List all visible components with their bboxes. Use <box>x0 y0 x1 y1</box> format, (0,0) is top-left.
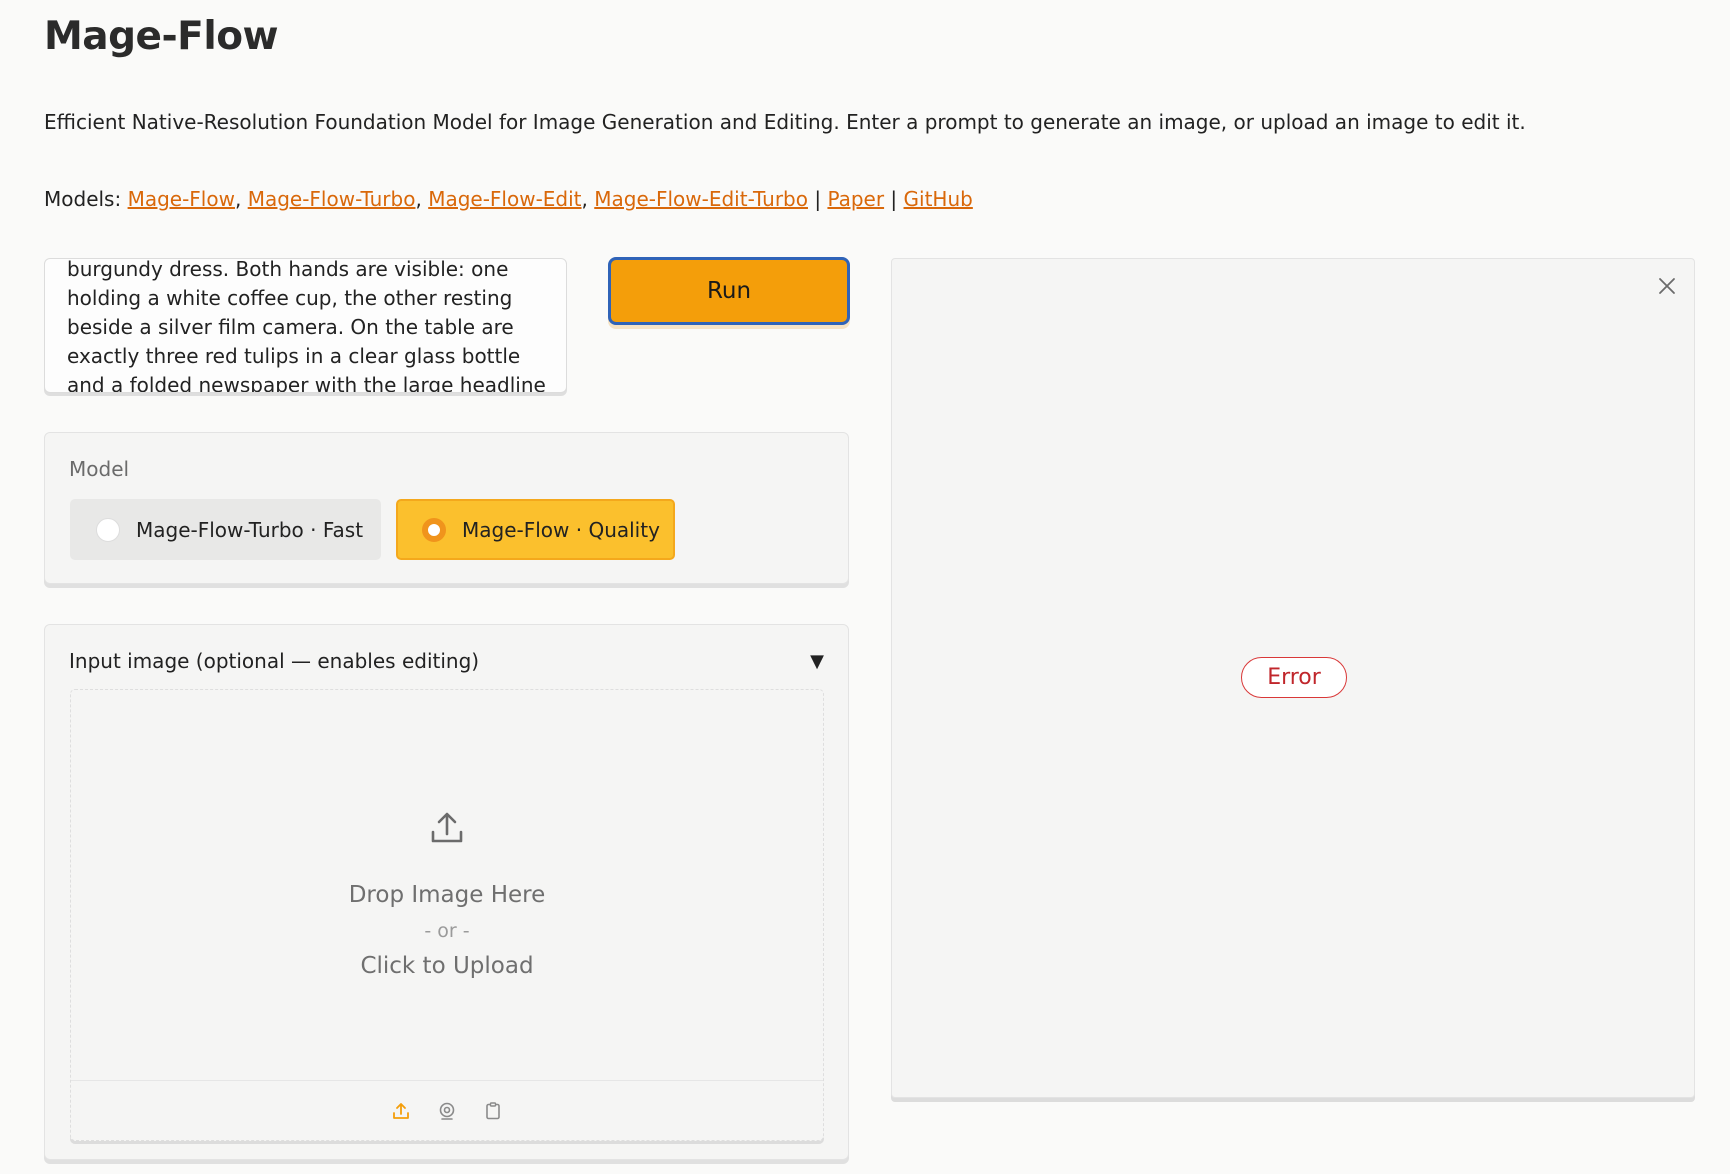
link-github[interactable]: GitHub <box>904 187 973 211</box>
model-option-quality[interactable]: Mage-Flow · Quality <box>396 499 675 560</box>
model-option-turbo[interactable]: Mage-Flow-Turbo · Fast <box>70 499 381 560</box>
models-prefix: Models: <box>44 187 128 211</box>
input-image-panel: Input image (optional — enables editing)… <box>44 624 849 1160</box>
link-paper[interactable]: Paper <box>827 187 884 211</box>
page-description: Efficient Native-Resolution Foundation M… <box>44 110 1526 134</box>
link-mage-flow-turbo[interactable]: Mage-Flow-Turbo <box>248 187 416 211</box>
image-source-bar <box>71 1080 823 1140</box>
separator: , <box>234 187 248 211</box>
drop-image-text: Drop Image Here <box>348 882 546 908</box>
page-title: Mage-Flow <box>44 14 279 59</box>
clipboard-icon[interactable] <box>483 1101 503 1121</box>
model-selector-panel: Model Mage-Flow-Turbo · Fast Mage-Flow ·… <box>44 432 849 584</box>
output-image-panel: Error <box>891 258 1695 1098</box>
model-option-label: Mage-Flow-Turbo · Fast <box>136 517 364 542</box>
image-dropzone[interactable]: Drop Image Here - or - Click to Upload <box>70 689 824 1141</box>
error-badge: Error <box>1241 657 1347 698</box>
prompt-text: burgundy dress. Both hands are visible: … <box>67 258 546 393</box>
prompt-textarea[interactable]: burgundy dress. Both hands are visible: … <box>44 258 567 393</box>
radio-unchecked-icon[interactable] <box>96 517 120 542</box>
models-links-line: Models: Mage-Flow, Mage-Flow-Turbo, Mage… <box>44 187 973 211</box>
separator: | <box>807 187 828 211</box>
model-label: Model <box>69 457 130 481</box>
webcam-icon[interactable] <box>437 1101 457 1121</box>
collapse-triangle-icon[interactable]: ▼ <box>810 651 824 672</box>
separator: , <box>581 187 595 211</box>
click-to-upload-text: Click to Upload <box>360 953 534 979</box>
run-button[interactable]: Run <box>608 257 850 325</box>
separator: , <box>415 187 429 211</box>
link-mage-flow-edit-turbo[interactable]: Mage-Flow-Edit-Turbo <box>594 187 808 211</box>
radio-checked-icon[interactable] <box>422 517 446 542</box>
link-mage-flow-edit[interactable]: Mage-Flow-Edit <box>428 187 581 211</box>
upload-source-icon[interactable] <box>391 1101 411 1121</box>
input-image-title: Input image (optional — enables editing) <box>69 649 480 673</box>
close-icon[interactable] <box>1656 275 1678 297</box>
model-option-label: Mage-Flow · Quality <box>462 517 660 542</box>
separator: | <box>884 187 904 211</box>
upload-icon <box>431 812 463 843</box>
or-separator-text: - or - <box>424 920 470 942</box>
link-mage-flow[interactable]: Mage-Flow <box>128 187 235 211</box>
